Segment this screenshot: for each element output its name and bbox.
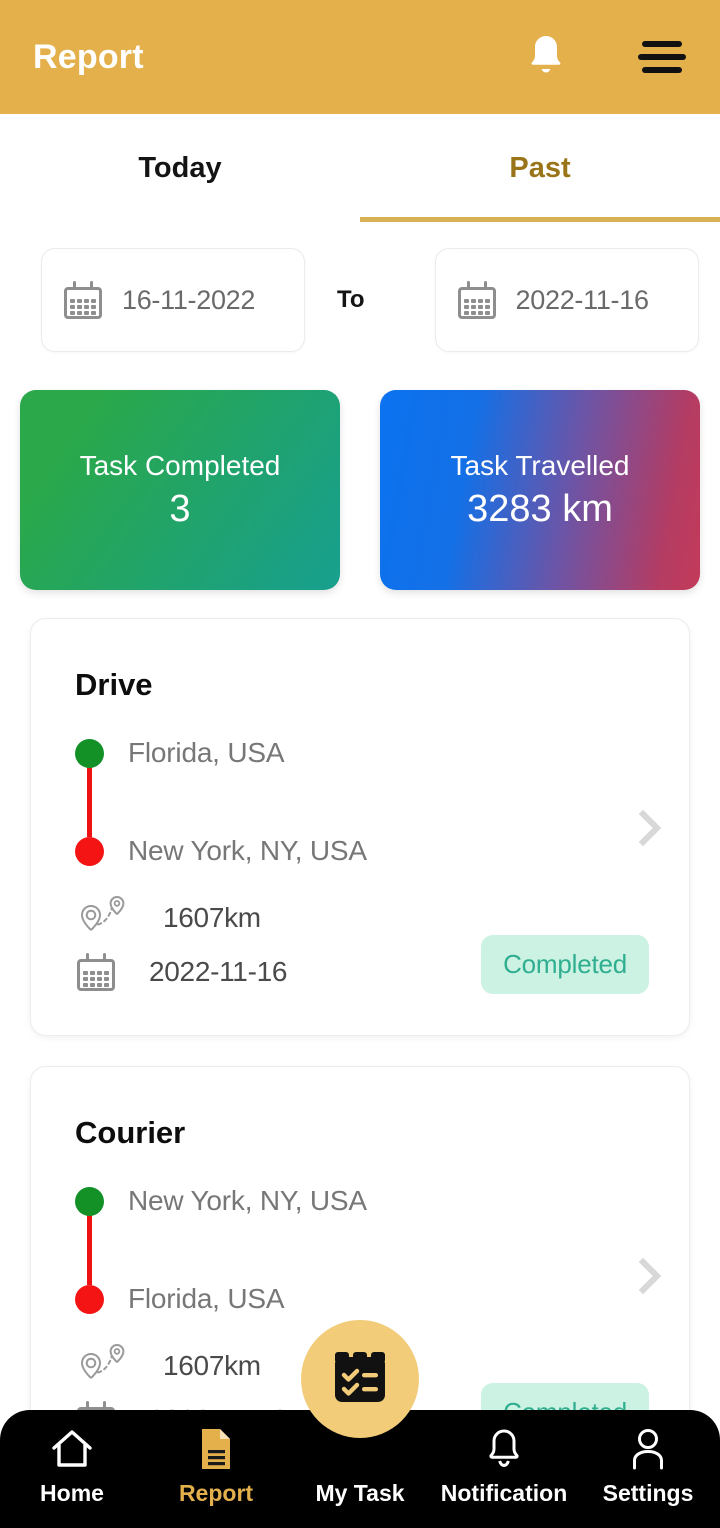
stat-card-task-completed[interactable]: Task Completed 3: [20, 390, 340, 590]
bell-icon: [485, 1428, 523, 1470]
task-card-drive[interactable]: Drive Florida, USA New York, NY, USA 160…: [30, 618, 690, 1036]
distance-row: 1607km: [77, 1343, 261, 1389]
nav-item-home[interactable]: Home: [0, 1428, 144, 1507]
chevron-right-icon[interactable]: [633, 805, 667, 851]
stat-card-task-travelled[interactable]: Task Travelled 3283 km: [380, 390, 700, 590]
date-to-picker[interactable]: 2022-11-16: [434, 248, 699, 352]
distance-row: 1607km: [77, 895, 261, 941]
nav-item-my-task[interactable]: My Task: [288, 1428, 432, 1507]
tab-today[interactable]: Today: [0, 114, 360, 222]
nav-label-home: Home: [40, 1480, 104, 1506]
person-icon: [629, 1428, 667, 1470]
my-task-fab[interactable]: [301, 1320, 419, 1438]
notification-bell-button[interactable]: [518, 29, 574, 85]
nav-item-report[interactable]: Report: [144, 1428, 288, 1507]
date-row: 2022-11-16: [77, 953, 287, 991]
tab-bar: Today Past: [0, 114, 720, 222]
route-destination: New York, NY, USA: [75, 833, 635, 869]
date-to-value: 2022-11-16: [515, 284, 649, 315]
tab-today-label: Today: [138, 151, 222, 184]
destination-label: Florida, USA: [128, 1283, 285, 1314]
origin-label: Florida, USA: [128, 737, 285, 768]
nav-label-settings: Settings: [602, 1480, 694, 1506]
task-card-title: Courier: [75, 1115, 186, 1150]
date-from-picker[interactable]: 16-11-2022: [41, 248, 305, 352]
route-connector-line: [87, 765, 92, 837]
date-from-value: 16-11-2022: [122, 284, 256, 315]
origin-dot-icon: [75, 1186, 104, 1216]
tab-past[interactable]: Past: [360, 114, 720, 222]
route-pin-icon: [77, 895, 129, 941]
route-destination: Florida, USA: [75, 1281, 635, 1317]
stat-value: 3283 km: [467, 487, 613, 530]
destination-dot-icon: [75, 836, 104, 866]
report-screen: Report Today Past 16-11-2022 To 2022-11-…: [0, 0, 720, 1528]
summary-stats: Task Completed 3 Task Travelled 3283 km: [0, 390, 720, 590]
hamburger-menu-icon: [642, 41, 682, 47]
destination-label: New York, NY, USA: [128, 835, 367, 866]
nav-label-report: Report: [178, 1480, 254, 1506]
date-value: 2022-11-16: [149, 956, 288, 987]
stat-label: Task Completed: [79, 449, 281, 481]
calendar-icon: [457, 281, 496, 319]
destination-dot-icon: [75, 1284, 104, 1314]
checklist-clipboard-icon: [329, 1346, 391, 1413]
route-pin-icon: [77, 1343, 129, 1389]
chevron-right-icon[interactable]: [633, 1253, 667, 1299]
nav-label-my-task: My Task: [315, 1480, 405, 1506]
app-header: Report: [0, 0, 720, 114]
route-origin: Florida, USA: [75, 735, 635, 771]
tab-past-label: Past: [509, 151, 571, 184]
nav-label-notification: Notification: [440, 1480, 568, 1506]
route-summary: Florida, USA New York, NY, USA: [75, 735, 635, 869]
hamburger-line-bottom: [642, 67, 682, 73]
calendar-icon: [77, 953, 115, 991]
route-summary: New York, NY, USA Florida, USA: [75, 1183, 635, 1317]
distance-value: 1607km: [163, 1350, 261, 1381]
origin-dot-icon: [75, 738, 104, 768]
hamburger-menu-button[interactable]: [634, 29, 690, 85]
nav-item-settings[interactable]: Settings: [576, 1428, 720, 1507]
home-icon: [50, 1428, 94, 1470]
origin-label: New York, NY, USA: [128, 1185, 367, 1216]
status-badge: Completed: [481, 935, 649, 994]
nav-item-notification[interactable]: Notification: [432, 1428, 576, 1507]
task-card-title: Drive: [75, 667, 153, 702]
stat-value: 3: [169, 487, 191, 530]
calendar-icon: [64, 281, 102, 319]
date-range-separator: To: [337, 286, 365, 313]
document-icon: [198, 1428, 234, 1470]
route-connector-line: [87, 1213, 92, 1285]
distance-value: 1607km: [163, 902, 261, 933]
bell-icon: [525, 32, 567, 83]
page-title: Report: [33, 37, 144, 76]
route-origin: New York, NY, USA: [75, 1183, 635, 1219]
hamburger-line-middle: [638, 54, 686, 60]
date-range-filter: 16-11-2022 To 2022-11-16: [0, 248, 720, 352]
stat-label: Task Travelled: [450, 449, 630, 481]
